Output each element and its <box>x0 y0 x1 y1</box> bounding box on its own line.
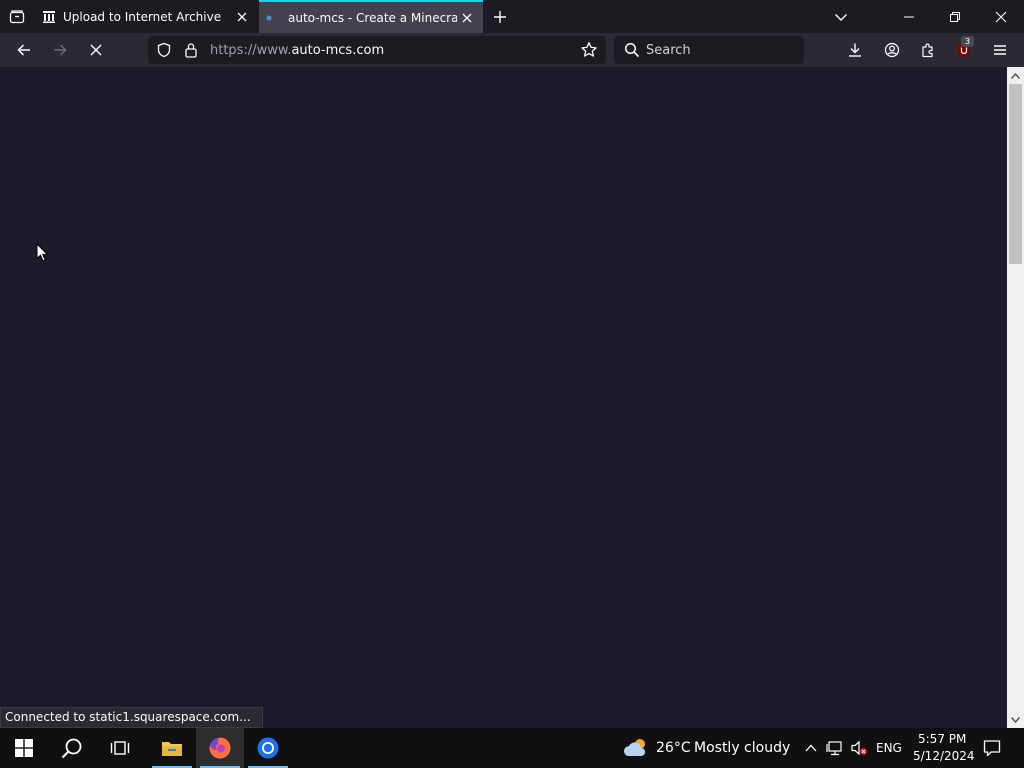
chevron-up-icon <box>1011 72 1020 79</box>
chevron-up-icon <box>805 744 817 752</box>
chevron-down-icon <box>1011 716 1020 723</box>
clock-date[interactable]: 5/12/2024 <box>913 749 975 763</box>
search-icon <box>624 42 640 58</box>
internet-archive-icon <box>43 10 55 23</box>
mouse-cursor-icon <box>36 243 48 262</box>
input-language[interactable]: ENG <box>876 741 902 755</box>
forward-button[interactable] <box>46 36 74 64</box>
vertical-scrollbar[interactable] <box>1007 67 1024 728</box>
network-icon <box>826 741 842 756</box>
hamburger-menu-icon <box>994 45 1006 55</box>
show-hidden-icons-button[interactable] <box>801 728 821 768</box>
windows-logo-icon <box>15 739 33 757</box>
page-content <box>0 67 1007 728</box>
stop-button[interactable] <box>82 36 110 64</box>
plus-icon <box>494 10 506 23</box>
taskbar-firefox[interactable] <box>196 728 244 768</box>
downloads-button[interactable] <box>841 36 869 64</box>
notification-icon <box>983 740 1001 757</box>
partly-cloudy-icon <box>623 739 646 757</box>
task-view-button[interactable] <box>96 728 144 768</box>
search-bar[interactable]: Search <box>614 36 804 64</box>
start-button[interactable] <box>0 728 48 768</box>
tab-upload-internet-archive[interactable]: Upload to Internet Archive <box>34 0 258 33</box>
search-placeholder: Search <box>646 42 691 58</box>
scrollbar-thumb[interactable] <box>1009 84 1022 264</box>
list-all-tabs-button[interactable] <box>828 0 854 33</box>
taskbar-chrome[interactable] <box>244 728 292 768</box>
action-center-button[interactable] <box>976 728 1008 768</box>
status-panel: Connected to static1.squarespace.com... <box>0 707 263 728</box>
tab-auto-mcs[interactable]: auto-mcs - Create a Minecraft S <box>259 0 483 33</box>
account-icon <box>884 42 900 58</box>
weather-temperature[interactable]: 26°C <box>656 740 691 756</box>
scroll-down-button[interactable] <box>1007 711 1024 728</box>
close-tab-icon[interactable] <box>461 12 473 24</box>
lock-icon[interactable] <box>184 42 198 58</box>
windows-taskbar: 26°C Mostly cloudy ENG 5:57 PM 5/12/2024 <box>0 728 1024 768</box>
url-prefix: https://www. <box>210 42 292 58</box>
weather-description[interactable]: Mostly cloudy <box>694 740 790 756</box>
url-bar[interactable]: https://www.auto-mcs.com <box>148 36 606 64</box>
scroll-up-button[interactable] <box>1007 67 1024 84</box>
taskbar-file-explorer[interactable] <box>148 728 196 768</box>
task-view-icon <box>110 741 130 755</box>
extension-badge: 3 <box>961 36 974 47</box>
url-text[interactable]: https://www.auto-mcs.com <box>210 43 384 58</box>
close-window-button[interactable] <box>978 0 1024 33</box>
tab-title: Upload to Internet Archive <box>63 9 222 24</box>
firefox-view-button[interactable] <box>0 0 33 33</box>
navigation-toolbar: https://www.auto-mcs.com Search <box>0 33 1024 68</box>
puzzle-piece-icon <box>922 43 933 58</box>
clock-time[interactable]: 5:57 PM <box>918 732 966 746</box>
forward-arrow-icon <box>54 44 67 56</box>
restore-icon <box>950 11 960 22</box>
back-arrow-icon <box>17 44 30 56</box>
extensions-button[interactable] <box>914 36 942 64</box>
close-tab-icon[interactable] <box>236 11 248 23</box>
volume-button[interactable] <box>848 728 870 768</box>
search-icon <box>61 738 82 759</box>
taskbar-search-button[interactable] <box>48 728 96 768</box>
close-icon <box>995 11 1007 22</box>
restore-button[interactable] <box>932 0 978 33</box>
chevron-down-icon <box>835 13 847 21</box>
firefox-view-icon <box>9 9 24 23</box>
chromium-icon <box>257 737 279 759</box>
download-icon <box>849 43 861 57</box>
tracking-protection-shield-icon[interactable] <box>156 42 172 58</box>
file-explorer-icon <box>162 742 182 756</box>
minimize-icon <box>904 16 914 17</box>
app-menu-button[interactable] <box>986 36 1014 64</box>
network-button[interactable] <box>824 728 846 768</box>
bookmark-star-icon[interactable] <box>580 41 598 59</box>
url-domain: auto-mcs.com <box>291 42 385 58</box>
back-button[interactable] <box>10 36 38 64</box>
tab-title: auto-mcs - Create a Minecraft S <box>288 10 457 25</box>
firefox-icon <box>209 737 231 759</box>
account-button[interactable] <box>878 36 906 64</box>
minimize-button[interactable] <box>886 0 932 33</box>
stop-icon <box>90 44 102 56</box>
weather-widget-icon-button[interactable] <box>620 728 652 768</box>
loading-dot-icon <box>266 15 272 20</box>
new-tab-button[interactable] <box>487 0 513 33</box>
speaker-muted-icon <box>851 740 867 756</box>
tab-strip: Upload to Internet Archive auto-mcs - Cr… <box>0 0 1024 33</box>
